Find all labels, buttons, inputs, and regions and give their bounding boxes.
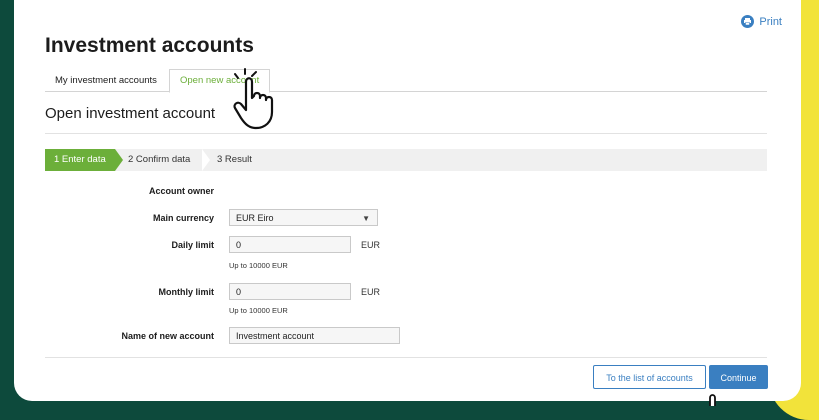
actions-divider: [45, 357, 767, 358]
main-card: Print Investment accounts My investment …: [14, 0, 801, 401]
step-separator: [202, 149, 210, 171]
daily-limit-unit: EUR: [361, 240, 381, 250]
printer-icon: [741, 15, 755, 28]
monthly-limit-label: Monthly limit: [158, 287, 215, 297]
hand-cursor-icon: [233, 68, 274, 130]
daily-limit-input[interactable]: 0: [229, 236, 351, 253]
daily-limit-label: Daily limit: [171, 240, 214, 250]
section-divider: [45, 133, 767, 134]
new-account-name-input[interactable]: Investment account: [229, 327, 400, 344]
new-account-name-label: Name of new account: [121, 331, 214, 341]
step-result: 3 Result: [217, 154, 252, 165]
step-enter-data: 1 Enter data: [45, 149, 123, 171]
print-link[interactable]: Print: [741, 15, 782, 28]
to-list-of-accounts-button[interactable]: To the list of accounts: [593, 365, 706, 389]
chevron-down-icon: ▼: [362, 214, 370, 223]
monthly-limit-hint: Up to 10000 EUR: [229, 306, 288, 315]
page-title: Investment accounts: [45, 34, 254, 57]
tab-my-investment-accounts[interactable]: My investment accounts: [45, 70, 167, 91]
account-owner-label: Account owner: [148, 186, 214, 196]
monthly-limit-unit: EUR: [361, 287, 381, 297]
step-confirm-data: 2 Confirm data: [128, 154, 191, 165]
section-title: Open investment account: [45, 105, 216, 122]
monthly-limit-input[interactable]: 0: [229, 283, 351, 300]
main-currency-select[interactable]: EUR Eiro ▼: [229, 209, 378, 226]
main-currency-value: EUR Eiro: [236, 213, 274, 223]
tab-bar: My investment accounts Open new account: [45, 69, 767, 93]
main-currency-label: Main currency: [152, 213, 214, 223]
print-label: Print: [759, 15, 782, 28]
daily-limit-hint: Up to 10000 EUR: [229, 261, 288, 270]
step-indicator: 1 Enter data 2 Confirm data 3 Result: [45, 149, 767, 171]
cursor-partial-icon: [709, 394, 716, 406]
